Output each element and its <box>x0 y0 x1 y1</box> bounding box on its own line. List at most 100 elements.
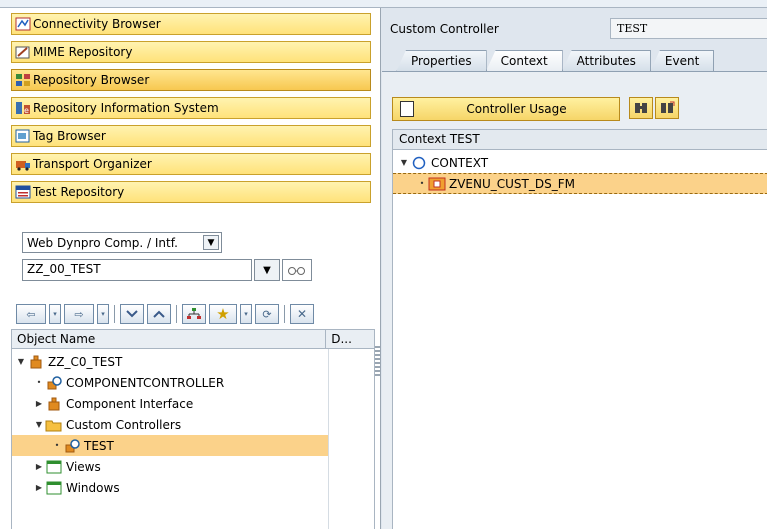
tree-row-label: Views <box>66 459 101 474</box>
tree-row[interactable]: ▶ Windows <box>12 477 328 498</box>
refresh-icon[interactable]: ⟳ <box>255 304 279 324</box>
object-type-select[interactable]: Web Dynpro Comp. / Intf. <box>22 232 222 253</box>
navigation-pane: Connectivity Browser MIME Repository Rep… <box>0 8 381 529</box>
collapsed-twisty-icon[interactable]: ▶ <box>34 399 44 408</box>
context-tree-row[interactable]: ▼ CONTEXT <box>393 152 767 173</box>
tab-events[interactable]: Event <box>649 50 715 72</box>
nav-transport-organizer[interactable]: Transport Organizer <box>11 153 371 175</box>
controller-usage-label: Controller Usage <box>466 102 567 116</box>
top-edge <box>0 0 767 8</box>
window-icon <box>45 481 63 495</box>
context-tree-row-selected[interactable]: • ZVENU_CUST_DS_FM <box>393 173 767 194</box>
tree-row-selected[interactable]: • TEST <box>12 435 328 456</box>
favorites-star-icon[interactable]: ★ <box>209 304 237 324</box>
collapse-icon[interactable] <box>120 304 144 324</box>
test-repo-icon <box>15 185 31 199</box>
context-row-label: ZVENU_CUST_DS_FM <box>449 176 575 191</box>
tree-row-label: Component Interface <box>66 396 194 411</box>
folder-icon <box>45 418 63 432</box>
tree-row-label: Custom Controllers <box>66 417 182 432</box>
back-dropdown-icon[interactable]: ▾ <box>49 304 61 324</box>
nav-label: Repository Browser <box>33 73 150 87</box>
object-type-dropdown-icon[interactable]: ▼ <box>203 235 219 250</box>
context-row-label: CONTEXT <box>431 155 489 170</box>
expanded-twisty-icon[interactable]: ▼ <box>34 420 44 429</box>
tab-context[interactable]: Context <box>485 50 563 72</box>
tab-properties[interactable]: Properties <box>396 50 487 72</box>
context-node-icon <box>410 156 428 170</box>
tree-toolbar: ⇦ ▾ ⇨ ▾ ★ ▾ ⟳ ✕ <box>16 303 317 325</box>
close-icon[interactable]: ✕ <box>290 304 314 324</box>
back-arrow-icon[interactable]: ⇦ <box>16 304 46 324</box>
tree-row[interactable]: ▼ Custom Controllers <box>12 414 328 435</box>
object-name-input[interactable]: ZZ_00_TEST <box>22 259 252 281</box>
tree-row-label: Windows <box>66 480 120 495</box>
editor-pane: Custom Controller TEST Properties Contex… <box>382 8 767 529</box>
tree-row-label: ZZ_C0_TEST <box>48 354 123 369</box>
leaf-bullet-icon: • <box>36 378 42 387</box>
leaf-bullet-icon: • <box>54 441 60 450</box>
expanded-twisty-icon[interactable]: ▼ <box>16 357 26 366</box>
column-object-name[interactable]: Object Name <box>12 330 327 348</box>
tree-column-header: Object Name D... <box>11 329 375 349</box>
display-glasses-icon[interactable] <box>282 259 312 281</box>
favorites-dropdown-icon[interactable]: ▾ <box>240 304 252 324</box>
context-element-icon <box>428 177 446 191</box>
collapsed-twisty-icon[interactable]: ▶ <box>34 483 44 492</box>
find-next-binoculars-icon[interactable] <box>655 97 679 119</box>
info-system-icon: e <box>15 101 31 115</box>
nav-label: Test Repository <box>33 185 125 199</box>
tree-row-label: COMPONENTCONTROLLER <box>66 375 225 390</box>
context-tree-header: Context TEST <box>392 129 767 150</box>
nav-label: Repository Information System <box>33 101 219 115</box>
tree-row[interactable]: • COMPONENTCONTROLLER <box>12 372 328 393</box>
object-name-dropdown-icon[interactable]: ▼ <box>254 259 280 281</box>
mime-icon <box>15 45 31 59</box>
forward-dropdown-icon[interactable]: ▾ <box>97 304 109 324</box>
nav-label: Connectivity Browser <box>33 17 161 31</box>
tab-attributes[interactable]: Attributes <box>561 50 651 72</box>
column-divider <box>328 349 329 529</box>
tree-row[interactable]: ▼ ZZ_C0_TEST <box>12 351 328 372</box>
nav-mime-repository[interactable]: MIME Repository <box>11 41 371 63</box>
tree-row[interactable]: ▶ Views <box>12 456 328 477</box>
document-icon <box>400 101 414 117</box>
nav-repository-browser[interactable]: Repository Browser <box>11 69 371 91</box>
expanded-twisty-icon[interactable]: ▼ <box>399 158 409 167</box>
expand-icon[interactable] <box>147 304 171 324</box>
context-tab-panel: Controller Usage Context TEST ▼ CONTEXT … <box>382 71 767 529</box>
nav-repository-information-system[interactable]: e Repository Information System <box>11 97 371 119</box>
nav-label: MIME Repository <box>33 45 133 59</box>
forward-arrow-icon[interactable]: ⇨ <box>64 304 94 324</box>
controller-usage-button[interactable]: Controller Usage <box>392 97 620 121</box>
nav-label: Transport Organizer <box>33 157 152 171</box>
svg-text:e: e <box>24 106 29 115</box>
nav-test-repository[interactable]: Test Repository <box>11 181 371 203</box>
component-icon <box>27 355 45 369</box>
toolbar-separator <box>114 305 115 323</box>
splitter-handle[interactable] <box>375 346 381 376</box>
nav-tag-browser[interactable]: Tag Browser <box>11 125 371 147</box>
object-name-value: ZZ_00_TEST <box>27 262 101 276</box>
column-description[interactable]: D... <box>326 330 374 348</box>
object-type-value: Web Dynpro Comp. / Intf. <box>27 235 178 250</box>
controller-icon <box>45 375 63 390</box>
toolbar-separator <box>284 305 285 323</box>
component-icon <box>45 397 63 411</box>
nav-connectivity-browser[interactable]: Connectivity Browser <box>11 13 371 35</box>
object-tree: ▼ ZZ_C0_TEST • COMPONENTCONTROLLER ▶ Com… <box>11 349 375 529</box>
hierarchy-icon[interactable] <box>182 304 206 324</box>
collapsed-twisty-icon[interactable]: ▶ <box>34 462 44 471</box>
nav-label: Tag Browser <box>33 129 106 143</box>
window-icon <box>45 460 63 474</box>
controller-label: Custom Controller <box>390 22 499 36</box>
repository-icon <box>15 73 31 87</box>
connectivity-icon <box>15 17 31 31</box>
transport-icon <box>15 157 31 171</box>
context-tree: ▼ CONTEXT • ZVENU_CUST_DS_FM <box>392 150 767 529</box>
tree-row[interactable]: ▶ Component Interface <box>12 393 328 414</box>
toolbar-separator <box>176 305 177 323</box>
leaf-bullet-icon: • <box>419 179 425 188</box>
find-binoculars-icon[interactable] <box>629 97 653 119</box>
tree-row-label: TEST <box>84 438 114 453</box>
